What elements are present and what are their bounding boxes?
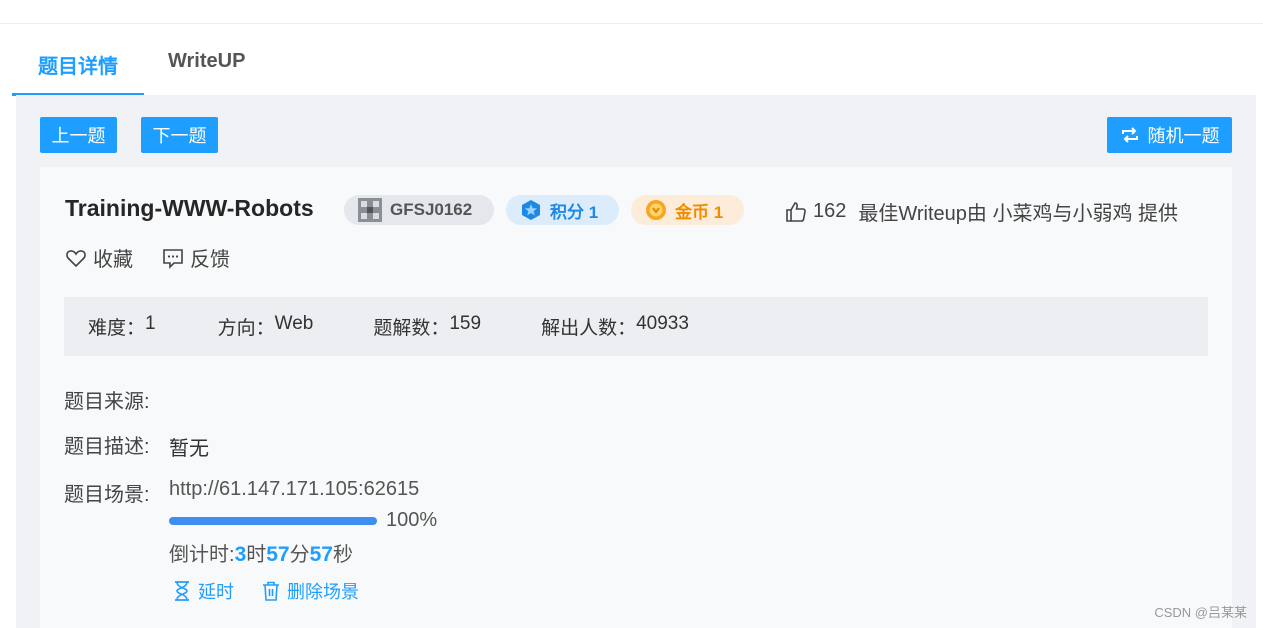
heart-icon — [66, 249, 86, 267]
best-writeup-credit[interactable]: 最佳Writeup由 小菜鸡与小弱鸡 提供 — [858, 197, 1178, 226]
countdown-prefix: 倒计时: — [169, 544, 235, 566]
countdown-timer: 倒计时: 3 时 57 分 57 秒 — [169, 538, 353, 567]
stat-difficulty: 难度： 1 — [88, 313, 156, 340]
description-value: 暂无 — [169, 438, 209, 460]
scene-progress-bar — [169, 517, 377, 525]
feedback-label: 反馈 — [190, 249, 230, 271]
feedback-button[interactable]: 反馈 — [162, 243, 230, 272]
stat-direction: 方向： Web — [218, 313, 314, 340]
scene-label: 题目场景: — [64, 484, 150, 506]
next-challenge-button[interactable]: 下一题 — [141, 117, 218, 153]
stat-label: 难度： — [88, 318, 146, 339]
prev-challenge-button[interactable]: 上一题 — [40, 117, 117, 153]
countdown-hours-unit: 时 — [246, 544, 267, 566]
points-label: 积分 1 — [550, 202, 599, 222]
tab-bar: 题目详情 WriteUP — [12, 40, 245, 96]
scene-progress-percent: 100% — [386, 509, 438, 531]
likes-area: 162 最佳Writeup由 小菜鸡与小弱鸡 提供 — [785, 197, 1178, 226]
favorite-label: 收藏 — [93, 249, 133, 271]
challenge-panel: 上一题 下一题 随机一题 Training-WWW-Robots GFSJ016… — [16, 95, 1256, 628]
stat-label: 解出人数： — [541, 318, 637, 339]
countdown-hours: 3 — [234, 543, 247, 566]
shuffle-icon — [1121, 127, 1138, 143]
favorite-button[interactable]: 收藏 — [65, 243, 133, 272]
trash-icon — [263, 581, 279, 601]
countdown-seconds: 57 — [309, 543, 333, 566]
delete-scene-label: 删除场景 — [287, 582, 359, 602]
coins-label: 金币 1 — [675, 202, 724, 222]
challenge-code-badge: GFSJ0162 — [344, 195, 494, 225]
challenge-title: Training-WWW-Robots — [65, 195, 314, 221]
stat-solver-count: 解出人数： 40933 — [541, 313, 689, 340]
stat-value: Web — [274, 313, 314, 334]
points-badge: 积分 1 — [506, 195, 619, 225]
stat-label: 题解数： — [373, 318, 450, 339]
tab-challenge-details[interactable]: 题目详情 — [12, 40, 144, 96]
coin-icon — [645, 199, 667, 221]
stat-value: 1 — [145, 313, 156, 334]
stat-value: 159 — [449, 313, 482, 334]
challenge-card: Training-WWW-Robots GFSJ0162 积分 1 金币 1 1… — [40, 167, 1232, 628]
tab-writeup[interactable]: WriteUP — [144, 40, 245, 96]
delete-scene-button[interactable]: 删除场景 — [261, 578, 359, 604]
stat-value: 40933 — [636, 313, 689, 334]
extend-time-button[interactable]: 延时 — [172, 578, 234, 604]
extend-time-label: 延时 — [198, 582, 234, 602]
random-challenge-button[interactable]: 随机一题 — [1107, 117, 1232, 153]
feedback-icon — [163, 248, 183, 269]
random-challenge-label: 随机一题 — [1147, 126, 1220, 146]
stat-writeup-count: 题解数： 159 — [373, 313, 481, 340]
thumbs-up-icon[interactable] — [785, 201, 807, 223]
challenge-avatar-icon — [358, 198, 382, 222]
countdown-seconds-unit: 秒 — [332, 544, 353, 566]
countdown-minutes: 57 — [266, 543, 290, 566]
stat-label: 方向： — [217, 318, 275, 339]
stats-bar: 难度： 1 方向： Web 题解数： 159 解出人数： 40933 — [64, 297, 1208, 356]
challenge-code: GFSJ0162 — [390, 200, 473, 219]
likes-count: 162 — [813, 200, 847, 222]
countdown-minutes-unit: 分 — [289, 544, 310, 566]
hourglass-icon — [175, 581, 189, 601]
coins-badge: 金币 1 — [631, 195, 744, 225]
csdn-watermark: CSDN @吕某某 — [1154, 605, 1247, 620]
description-label: 题目描述: — [64, 436, 150, 458]
top-divider — [0, 23, 1263, 24]
points-star-icon — [520, 199, 542, 221]
source-label: 题目来源: — [64, 391, 150, 413]
scene-progress-fill — [169, 517, 377, 525]
scene-url-link[interactable]: http://61.147.171.105:62615 — [169, 478, 419, 501]
